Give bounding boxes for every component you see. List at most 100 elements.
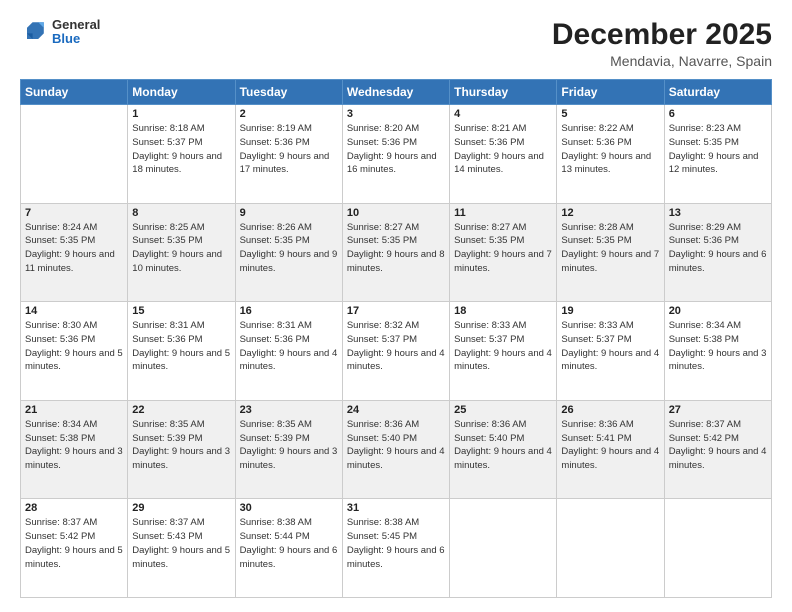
- table-row: 11 Sunrise: 8:27 AMSunset: 5:35 PMDaylig…: [450, 203, 557, 302]
- day-number: 6: [669, 108, 767, 120]
- day-info: Sunrise: 8:33 AMSunset: 5:37 PMDaylight:…: [561, 319, 659, 374]
- day-info: Sunrise: 8:38 AMSunset: 5:45 PMDaylight:…: [347, 516, 445, 571]
- table-row: 29 Sunrise: 8:37 AMSunset: 5:43 PMDaylig…: [128, 499, 235, 598]
- day-info: Sunrise: 8:25 AMSunset: 5:35 PMDaylight:…: [132, 221, 230, 276]
- table-row: 30 Sunrise: 8:38 AMSunset: 5:44 PMDaylig…: [235, 499, 342, 598]
- day-number: 3: [347, 108, 445, 120]
- table-row: 24 Sunrise: 8:36 AMSunset: 5:40 PMDaylig…: [342, 400, 449, 499]
- table-row: 4 Sunrise: 8:21 AMSunset: 5:36 PMDayligh…: [450, 105, 557, 204]
- day-info: Sunrise: 8:22 AMSunset: 5:36 PMDaylight:…: [561, 122, 659, 177]
- day-number: 25: [454, 404, 552, 416]
- table-row: 10 Sunrise: 8:27 AMSunset: 5:35 PMDaylig…: [342, 203, 449, 302]
- header-row: Sunday Monday Tuesday Wednesday Thursday…: [21, 80, 772, 105]
- table-row: 28 Sunrise: 8:37 AMSunset: 5:42 PMDaylig…: [21, 499, 128, 598]
- logo-line1: General: [52, 18, 100, 32]
- col-sunday: Sunday: [21, 80, 128, 105]
- table-row: [450, 499, 557, 598]
- calendar-table: Sunday Monday Tuesday Wednesday Thursday…: [20, 79, 772, 598]
- day-number: 12: [561, 207, 659, 219]
- day-info: Sunrise: 8:30 AMSunset: 5:36 PMDaylight:…: [25, 319, 123, 374]
- col-tuesday: Tuesday: [235, 80, 342, 105]
- table-row: 9 Sunrise: 8:26 AMSunset: 5:35 PMDayligh…: [235, 203, 342, 302]
- day-info: Sunrise: 8:34 AMSunset: 5:38 PMDaylight:…: [669, 319, 767, 374]
- day-number: 21: [25, 404, 123, 416]
- day-number: 28: [25, 502, 123, 514]
- table-row: 5 Sunrise: 8:22 AMSunset: 5:36 PMDayligh…: [557, 105, 664, 204]
- day-info: Sunrise: 8:31 AMSunset: 5:36 PMDaylight:…: [240, 319, 338, 374]
- table-row: 8 Sunrise: 8:25 AMSunset: 5:35 PMDayligh…: [128, 203, 235, 302]
- col-saturday: Saturday: [664, 80, 771, 105]
- calendar-week-5: 28 Sunrise: 8:37 AMSunset: 5:42 PMDaylig…: [21, 499, 772, 598]
- table-row: 19 Sunrise: 8:33 AMSunset: 5:37 PMDaylig…: [557, 302, 664, 401]
- day-number: 29: [132, 502, 230, 514]
- day-info: Sunrise: 8:37 AMSunset: 5:42 PMDaylight:…: [25, 516, 123, 571]
- day-info: Sunrise: 8:19 AMSunset: 5:36 PMDaylight:…: [240, 122, 338, 177]
- logo-text: General Blue: [52, 18, 100, 47]
- day-info: Sunrise: 8:36 AMSunset: 5:40 PMDaylight:…: [454, 418, 552, 473]
- table-row: 2 Sunrise: 8:19 AMSunset: 5:36 PMDayligh…: [235, 105, 342, 204]
- day-info: Sunrise: 8:34 AMSunset: 5:38 PMDaylight:…: [25, 418, 123, 473]
- table-row: 1 Sunrise: 8:18 AMSunset: 5:37 PMDayligh…: [128, 105, 235, 204]
- day-number: 2: [240, 108, 338, 120]
- day-number: 4: [454, 108, 552, 120]
- calendar-week-3: 14 Sunrise: 8:30 AMSunset: 5:36 PMDaylig…: [21, 302, 772, 401]
- day-number: 17: [347, 305, 445, 317]
- day-number: 10: [347, 207, 445, 219]
- day-info: Sunrise: 8:27 AMSunset: 5:35 PMDaylight:…: [347, 221, 445, 276]
- day-info: Sunrise: 8:28 AMSunset: 5:35 PMDaylight:…: [561, 221, 659, 276]
- day-number: 13: [669, 207, 767, 219]
- day-number: 30: [240, 502, 338, 514]
- day-number: 7: [25, 207, 123, 219]
- day-info: Sunrise: 8:32 AMSunset: 5:37 PMDaylight:…: [347, 319, 445, 374]
- table-row: 26 Sunrise: 8:36 AMSunset: 5:41 PMDaylig…: [557, 400, 664, 499]
- day-info: Sunrise: 8:26 AMSunset: 5:35 PMDaylight:…: [240, 221, 338, 276]
- day-number: 1: [132, 108, 230, 120]
- title-section: December 2025 Mendavia, Navarre, Spain: [552, 18, 772, 69]
- table-row: 27 Sunrise: 8:37 AMSunset: 5:42 PMDaylig…: [664, 400, 771, 499]
- header: General Blue December 2025 Mendavia, Nav…: [20, 18, 772, 69]
- day-number: 14: [25, 305, 123, 317]
- logo-icon: [20, 18, 48, 46]
- table-row: 20 Sunrise: 8:34 AMSunset: 5:38 PMDaylig…: [664, 302, 771, 401]
- col-thursday: Thursday: [450, 80, 557, 105]
- table-row: 15 Sunrise: 8:31 AMSunset: 5:36 PMDaylig…: [128, 302, 235, 401]
- day-info: Sunrise: 8:27 AMSunset: 5:35 PMDaylight:…: [454, 221, 552, 276]
- day-number: 27: [669, 404, 767, 416]
- col-wednesday: Wednesday: [342, 80, 449, 105]
- day-number: 8: [132, 207, 230, 219]
- table-row: 21 Sunrise: 8:34 AMSunset: 5:38 PMDaylig…: [21, 400, 128, 499]
- day-info: Sunrise: 8:38 AMSunset: 5:44 PMDaylight:…: [240, 516, 338, 571]
- day-info: Sunrise: 8:33 AMSunset: 5:37 PMDaylight:…: [454, 319, 552, 374]
- table-row: 13 Sunrise: 8:29 AMSunset: 5:36 PMDaylig…: [664, 203, 771, 302]
- day-info: Sunrise: 8:37 AMSunset: 5:42 PMDaylight:…: [669, 418, 767, 473]
- day-number: 23: [240, 404, 338, 416]
- table-row: [21, 105, 128, 204]
- table-row: 16 Sunrise: 8:31 AMSunset: 5:36 PMDaylig…: [235, 302, 342, 401]
- day-number: 20: [669, 305, 767, 317]
- day-info: Sunrise: 8:36 AMSunset: 5:40 PMDaylight:…: [347, 418, 445, 473]
- calendar-week-4: 21 Sunrise: 8:34 AMSunset: 5:38 PMDaylig…: [21, 400, 772, 499]
- day-info: Sunrise: 8:29 AMSunset: 5:36 PMDaylight:…: [669, 221, 767, 276]
- table-row: [557, 499, 664, 598]
- table-row: 22 Sunrise: 8:35 AMSunset: 5:39 PMDaylig…: [128, 400, 235, 499]
- day-number: 15: [132, 305, 230, 317]
- day-info: Sunrise: 8:21 AMSunset: 5:36 PMDaylight:…: [454, 122, 552, 177]
- page-subtitle: Mendavia, Navarre, Spain: [552, 53, 772, 69]
- day-number: 22: [132, 404, 230, 416]
- day-number: 19: [561, 305, 659, 317]
- day-info: Sunrise: 8:18 AMSunset: 5:37 PMDaylight:…: [132, 122, 230, 177]
- calendar-week-1: 1 Sunrise: 8:18 AMSunset: 5:37 PMDayligh…: [21, 105, 772, 204]
- table-row: 25 Sunrise: 8:36 AMSunset: 5:40 PMDaylig…: [450, 400, 557, 499]
- day-info: Sunrise: 8:37 AMSunset: 5:43 PMDaylight:…: [132, 516, 230, 571]
- day-info: Sunrise: 8:36 AMSunset: 5:41 PMDaylight:…: [561, 418, 659, 473]
- day-info: Sunrise: 8:24 AMSunset: 5:35 PMDaylight:…: [25, 221, 123, 276]
- table-row: [664, 499, 771, 598]
- calendar-week-2: 7 Sunrise: 8:24 AMSunset: 5:35 PMDayligh…: [21, 203, 772, 302]
- col-monday: Monday: [128, 80, 235, 105]
- table-row: 3 Sunrise: 8:20 AMSunset: 5:36 PMDayligh…: [342, 105, 449, 204]
- table-row: 14 Sunrise: 8:30 AMSunset: 5:36 PMDaylig…: [21, 302, 128, 401]
- day-info: Sunrise: 8:35 AMSunset: 5:39 PMDaylight:…: [240, 418, 338, 473]
- table-row: 23 Sunrise: 8:35 AMSunset: 5:39 PMDaylig…: [235, 400, 342, 499]
- day-number: 26: [561, 404, 659, 416]
- day-number: 16: [240, 305, 338, 317]
